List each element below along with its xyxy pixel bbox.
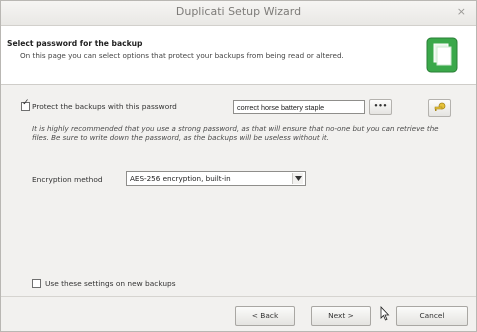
footer-divider	[1, 296, 476, 297]
password-input[interactable]	[233, 100, 365, 114]
window-title: Duplicati Setup Wizard	[175, 5, 302, 18]
document-green-icon	[426, 37, 458, 73]
cancel-button[interactable]: Cancel	[396, 306, 468, 326]
protect-checkbox[interactable]: ✓	[21, 98, 30, 111]
title-bar: Duplicati Setup Wizard ×	[1, 1, 476, 26]
generate-password-button[interactable]	[428, 99, 451, 117]
key-icon	[434, 102, 446, 111]
wizard-window: Duplicati Setup Wizard × Select password…	[0, 0, 477, 332]
use-settings-checkbox[interactable]	[32, 279, 41, 288]
page-title: Select password for the backup	[7, 39, 143, 48]
encryption-selected-value: AES-256 encryption, built-in	[130, 174, 231, 183]
chevron-down-icon[interactable]	[292, 173, 303, 184]
back-button[interactable]: < Back	[235, 306, 295, 326]
page-description: On this page you can select options that…	[20, 51, 344, 60]
encryption-select[interactable]: AES-256 encryption, built-in	[126, 171, 306, 186]
close-icon[interactable]: ×	[457, 5, 466, 18]
next-button[interactable]: Next >	[311, 306, 371, 326]
mouse-pointer-icon	[380, 306, 390, 321]
reveal-password-button[interactable]: •••	[369, 99, 392, 115]
encryption-label: Encryption method	[32, 175, 103, 184]
use-settings-label: Use these settings on new backups	[45, 279, 176, 288]
checkmark-icon: ✓	[22, 98, 30, 108]
protect-label: Protect the backups with this password	[32, 102, 177, 111]
wizard-header: Select password for the backup On this p…	[1, 26, 476, 85]
password-warning: It is highly recommended that you use a …	[32, 124, 439, 142]
